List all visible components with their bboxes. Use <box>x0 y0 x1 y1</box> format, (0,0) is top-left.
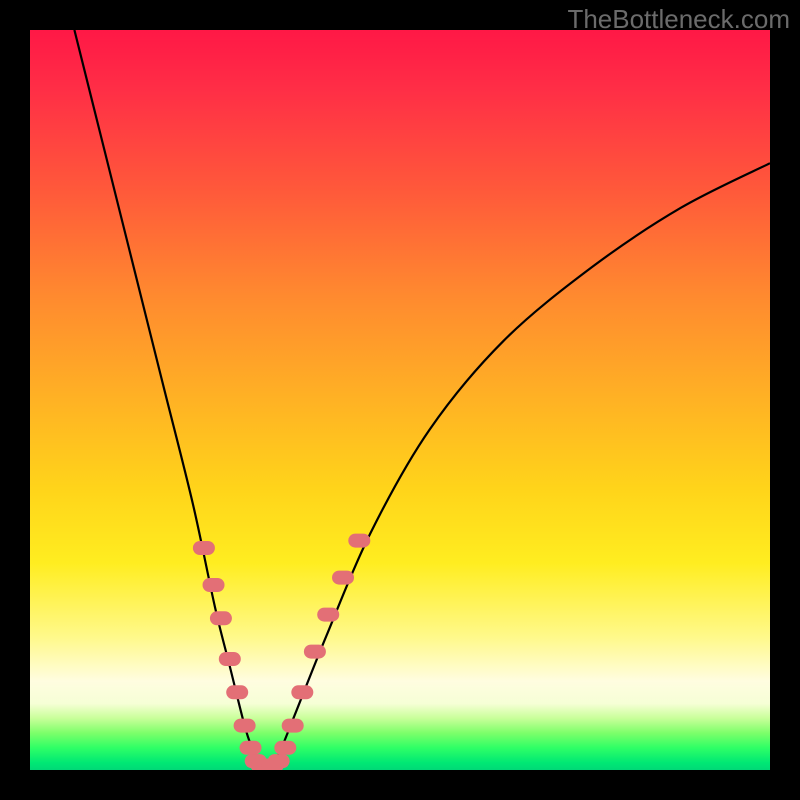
highlight-dot <box>226 685 248 699</box>
plot-overlay <box>30 30 770 770</box>
chart-frame: TheBottleneck.com <box>0 0 800 800</box>
highlight-dot <box>282 719 304 733</box>
highlight-dot <box>348 534 370 548</box>
highlight-dot <box>332 571 354 585</box>
highlight-dot <box>219 652 241 666</box>
highlight-dot <box>304 645 326 659</box>
highlight-dot <box>203 578 225 592</box>
highlight-dot <box>317 608 339 622</box>
highlight-dot <box>268 754 290 768</box>
highlight-dot <box>274 741 296 755</box>
highlight-dot <box>193 541 215 555</box>
bottleneck-curve-line <box>74 30 770 766</box>
highlight-dot <box>234 719 256 733</box>
highlight-dot <box>210 611 232 625</box>
watermark-text: TheBottleneck.com <box>567 4 790 35</box>
highlight-dot <box>240 741 262 755</box>
highlight-dot <box>291 685 313 699</box>
highlight-markers <box>193 534 370 770</box>
